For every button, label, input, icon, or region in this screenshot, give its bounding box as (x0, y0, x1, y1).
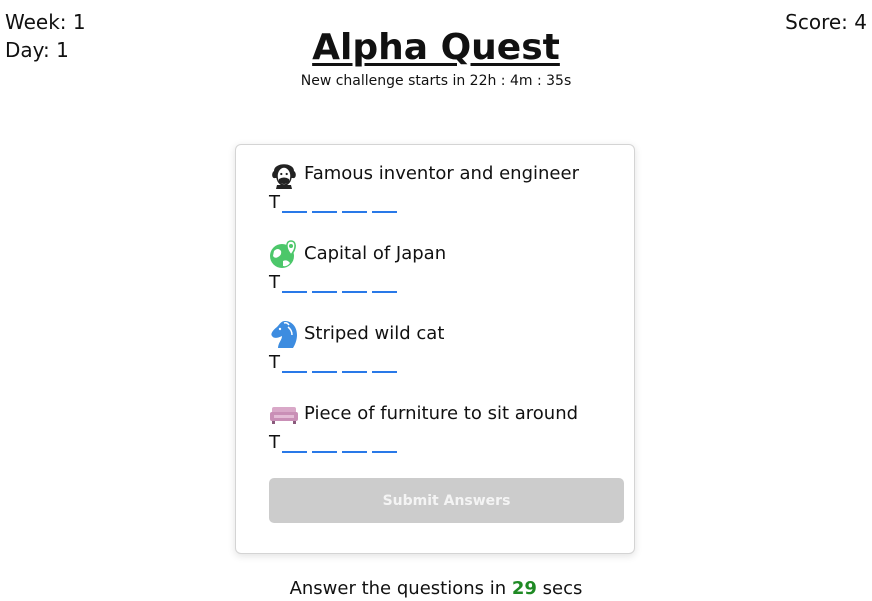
letter-blank[interactable] (342, 353, 367, 373)
letter-blank[interactable] (372, 353, 397, 373)
answer-row: T (269, 431, 629, 453)
letter-blank[interactable] (312, 273, 337, 293)
sofa-icon (269, 399, 299, 429)
answer-first-letter: T (269, 432, 280, 453)
letter-blank[interactable] (282, 273, 307, 293)
letter-blank[interactable] (282, 433, 307, 453)
letter-blank[interactable] (282, 353, 307, 373)
question-item: Capital of Japan T (269, 239, 629, 293)
challenge-countdown: New challenge starts in 22h : 4m : 35s (300, 73, 572, 89)
timer-prefix: Answer the questions in (289, 578, 507, 599)
timer-suffix: secs (542, 578, 583, 599)
question-clue: Piece of furniture to sit around (304, 403, 579, 424)
letter-blank[interactable] (342, 433, 367, 453)
question-clue: Famous inventor and engineer (304, 163, 579, 184)
question-item: Piece of furniture to sit around T (269, 399, 629, 453)
letter-blank[interactable] (372, 193, 397, 213)
question-item: Striped wild cat T (269, 319, 629, 373)
answer-row: T (269, 191, 629, 213)
timer-seconds: 29 (511, 578, 537, 599)
game-title: Alpha Quest (312, 27, 560, 68)
letter-blank[interactable] (312, 433, 337, 453)
globe-map-pin-icon (269, 239, 299, 269)
answer-first-letter: T (269, 192, 280, 213)
answer-first-letter: T (269, 272, 280, 293)
question-clue: Capital of Japan (304, 243, 447, 264)
question-clue: Striped wild cat (304, 323, 445, 344)
letter-blank[interactable] (372, 433, 397, 453)
answer-timer: Answer the questions in 29 secs (0, 577, 872, 601)
answer-row: T (269, 271, 629, 293)
letter-blank[interactable] (312, 353, 337, 373)
letter-blank[interactable] (342, 273, 367, 293)
answer-row: T (269, 351, 629, 373)
letter-blank[interactable] (312, 193, 337, 213)
horse-head-icon (269, 319, 299, 349)
letter-blank[interactable] (282, 193, 307, 213)
answer-first-letter: T (269, 352, 280, 373)
submit-answers-button[interactable]: Submit Answers (269, 478, 624, 523)
question-item: Famous inventor and engineer T (269, 159, 629, 213)
inventor-portrait-icon (269, 159, 299, 189)
letter-blank[interactable] (342, 193, 367, 213)
quiz-card: Famous inventor and engineer T Capital o… (235, 144, 635, 554)
letter-blank[interactable] (372, 273, 397, 293)
